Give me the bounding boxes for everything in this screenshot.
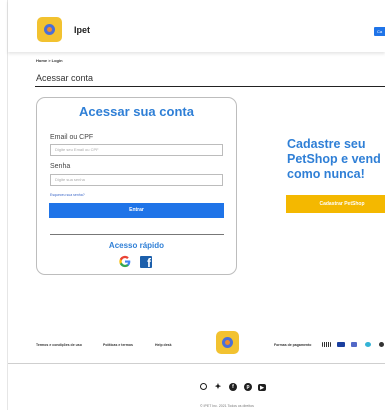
- facebook-icon[interactable]: f: [229, 383, 237, 391]
- facebook-icon[interactable]: f: [140, 256, 152, 268]
- login-page: Ipet Ca Home > Login Acessar conta Acess…: [0, 0, 385, 410]
- instagram-icon[interactable]: [200, 383, 207, 390]
- promo-title: Cadastre seu PetShop e vend como nunca!: [287, 137, 381, 182]
- quick-access-title: Acesso rápido: [108, 241, 165, 250]
- paw-icon: [222, 337, 233, 348]
- email-field[interactable]: Digite seu Email ou CPF: [50, 144, 223, 156]
- login-card: Acessar sua conta Email ou CPF Digite se…: [36, 97, 237, 275]
- promo-title-line: PetShop e vend: [287, 152, 381, 166]
- footer-link-policies[interactable]: Políticas e termos: [103, 343, 133, 347]
- payment-methods-label: Formas de pagamento: [274, 343, 312, 347]
- brand-name[interactable]: Ipet: [74, 25, 90, 35]
- visa-icon: [337, 342, 345, 347]
- footer-link-terms[interactable]: Termos e condições de uso: [36, 343, 82, 347]
- paw-icon: [44, 24, 55, 35]
- mastercard-icon: [351, 342, 357, 347]
- pix-icon: [379, 342, 384, 347]
- footer-ipet-logo[interactable]: [216, 331, 239, 354]
- youtube-icon[interactable]: ▶: [258, 384, 266, 391]
- footer-link-help-desk[interactable]: Help desk: [155, 343, 172, 347]
- footer-divider: [8, 363, 385, 364]
- page-left-border: [7, 0, 8, 410]
- elo-icon: [365, 342, 371, 347]
- card-divider: [50, 234, 224, 235]
- promo-title-line: Cadastre seu: [287, 137, 366, 151]
- google-icon[interactable]: [118, 254, 132, 269]
- login-button[interactable]: Entrar: [49, 203, 224, 218]
- twitter-icon[interactable]: ✦: [214, 383, 222, 391]
- password-field[interactable]: Digite sua senha: [50, 174, 223, 186]
- forgot-password-link[interactable]: Esqueceu sua senha?: [50, 193, 85, 197]
- login-card-title: Acessar sua conta: [79, 104, 194, 119]
- promo-title-line: como nunca!: [287, 167, 365, 181]
- breadcrumb: Home > Login: [36, 58, 63, 63]
- pinterest-icon[interactable]: p: [244, 383, 252, 391]
- top-navigation-bar: Ipet Ca: [8, 0, 385, 52]
- password-label: Senha: [50, 163, 71, 170]
- register-petshop-button[interactable]: Cadastrar PetShop: [286, 195, 385, 213]
- email-label: Email ou CPF: [50, 134, 94, 141]
- ipet-logo[interactable]: [37, 17, 62, 42]
- copyright-text: © IPET Inc. 2021 Todos os direitos: [200, 404, 254, 408]
- page-title: Acessar conta: [36, 73, 94, 83]
- boleto-icon: [322, 342, 331, 347]
- title-divider: [35, 86, 385, 87]
- header-register-button[interactable]: Ca: [374, 27, 385, 36]
